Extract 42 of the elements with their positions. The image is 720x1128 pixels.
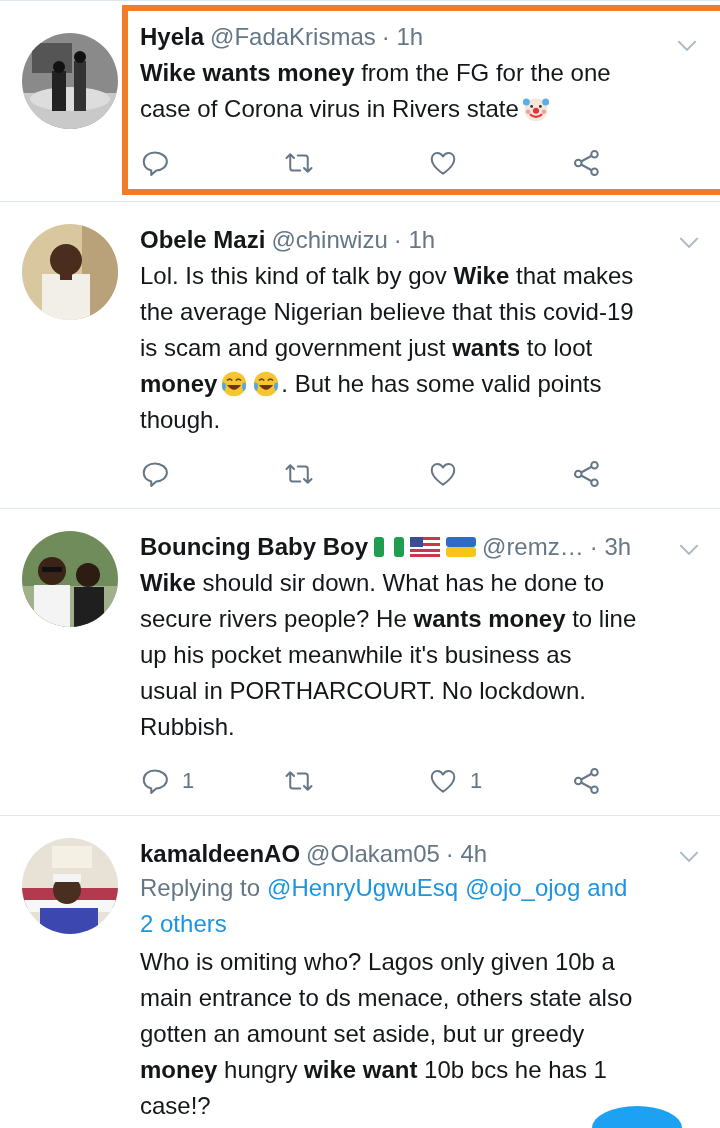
reply-count: 1 [182,768,195,794]
reply-icon[interactable] [140,148,170,178]
tweet-text: usual in PORTHARCOURT. No lockdown. [140,676,586,706]
tweet-text: Who is omiting who? Lagos only given 10b a [140,947,615,977]
tweet-text: secure rivers people? He wants money to line [140,604,637,634]
user-name[interactable]: Obele Mazi [140,224,266,256]
tweet-text: . But he has some valid points [281,369,602,399]
like-count: 1 [470,768,483,794]
tweet-text: is scam and government just wants to loot [140,333,593,363]
tweet-text: Lol. Is this kind of talk by gov Wike that makes [140,261,634,291]
tweet-text: money [140,369,218,399]
user-handle: @chinwizu [271,225,388,255]
timestamp: · 4h [445,839,488,869]
tweet-text: case of Corona virus in Rivers state [140,94,519,124]
user-name[interactable]: Bouncing Baby Boy [140,531,368,563]
share-icon[interactable] [572,148,602,178]
reply-icon[interactable] [140,459,170,489]
laughing-face-icon [220,370,249,398]
tweet-text: Wike wants money from the FG for the one [140,58,611,88]
tweet-text: main entrance to ds menace, others state also [140,983,633,1013]
tweet-text: Rubbish. [140,712,235,742]
user-handle: @FadaKrismas [210,22,376,52]
timestamp: · 1h [393,225,436,255]
user-name[interactable]: kamaldeenAO [140,838,301,870]
tweet-text: money hungry wike want 10b bcs he has 1 [140,1055,607,1085]
tweet-text: gotten an amount set aside, but ur greedy [140,1019,585,1049]
laughing-face-icon [252,370,281,398]
share-icon[interactable] [572,459,602,489]
tweet-text: the average Nigerian believe that this covid-19 [140,297,634,327]
tweet-text: Wike should sir down. What has he done to [140,568,605,598]
tweet-text: case!? [140,1091,211,1121]
user-handle: @remz… [482,532,584,562]
conjunction-text: and [587,873,628,903]
tweet-text: though. [140,405,221,435]
timestamp: · 3h [589,532,632,562]
share-icon[interactable] [572,766,602,796]
user-name[interactable]: Hyela [140,21,205,53]
timestamp: · 1h [381,22,424,52]
user-handle: @Olakam05 [306,839,440,869]
tweet-text: up his pocket meanwhile it's business as [140,640,572,670]
reply-icon[interactable] [140,766,170,796]
replying-label: Replying to [140,873,261,903]
